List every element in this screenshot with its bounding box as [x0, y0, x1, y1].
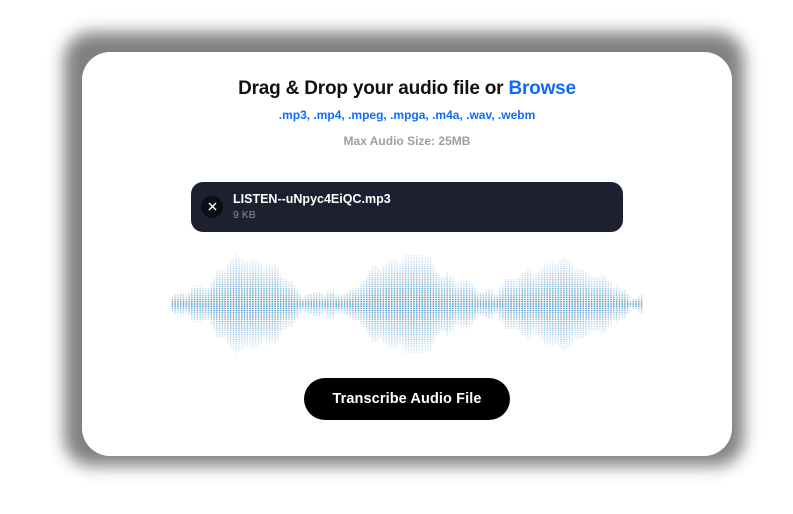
upload-card[interactable]: Drag & Drop your audio file or Browse .m… [82, 52, 732, 456]
upload-title-prefix: Drag & Drop your audio file or [238, 78, 508, 99]
waveform-visualization [171, 250, 643, 358]
transcribe-button[interactable]: Transcribe Audio File [304, 378, 509, 420]
max-size-label: Max Audio Size: 25MB [344, 134, 471, 148]
file-name: LISTEN--uNpyc4EiQC.mp3 [233, 192, 391, 207]
browse-link[interactable]: Browse [508, 78, 575, 99]
file-meta: LISTEN--uNpyc4EiQC.mp3 9 KB [233, 192, 391, 222]
close-icon [208, 198, 217, 216]
file-size: 9 KB [233, 209, 391, 222]
uploaded-file-chip: LISTEN--uNpyc4EiQC.mp3 9 KB [191, 182, 623, 232]
remove-file-button[interactable] [201, 196, 223, 218]
upload-title: Drag & Drop your audio file or Browse [238, 78, 576, 100]
accepted-formats: .mp3, .mp4, .mpeg, .mpga, .m4a, .wav, .w… [279, 108, 536, 122]
